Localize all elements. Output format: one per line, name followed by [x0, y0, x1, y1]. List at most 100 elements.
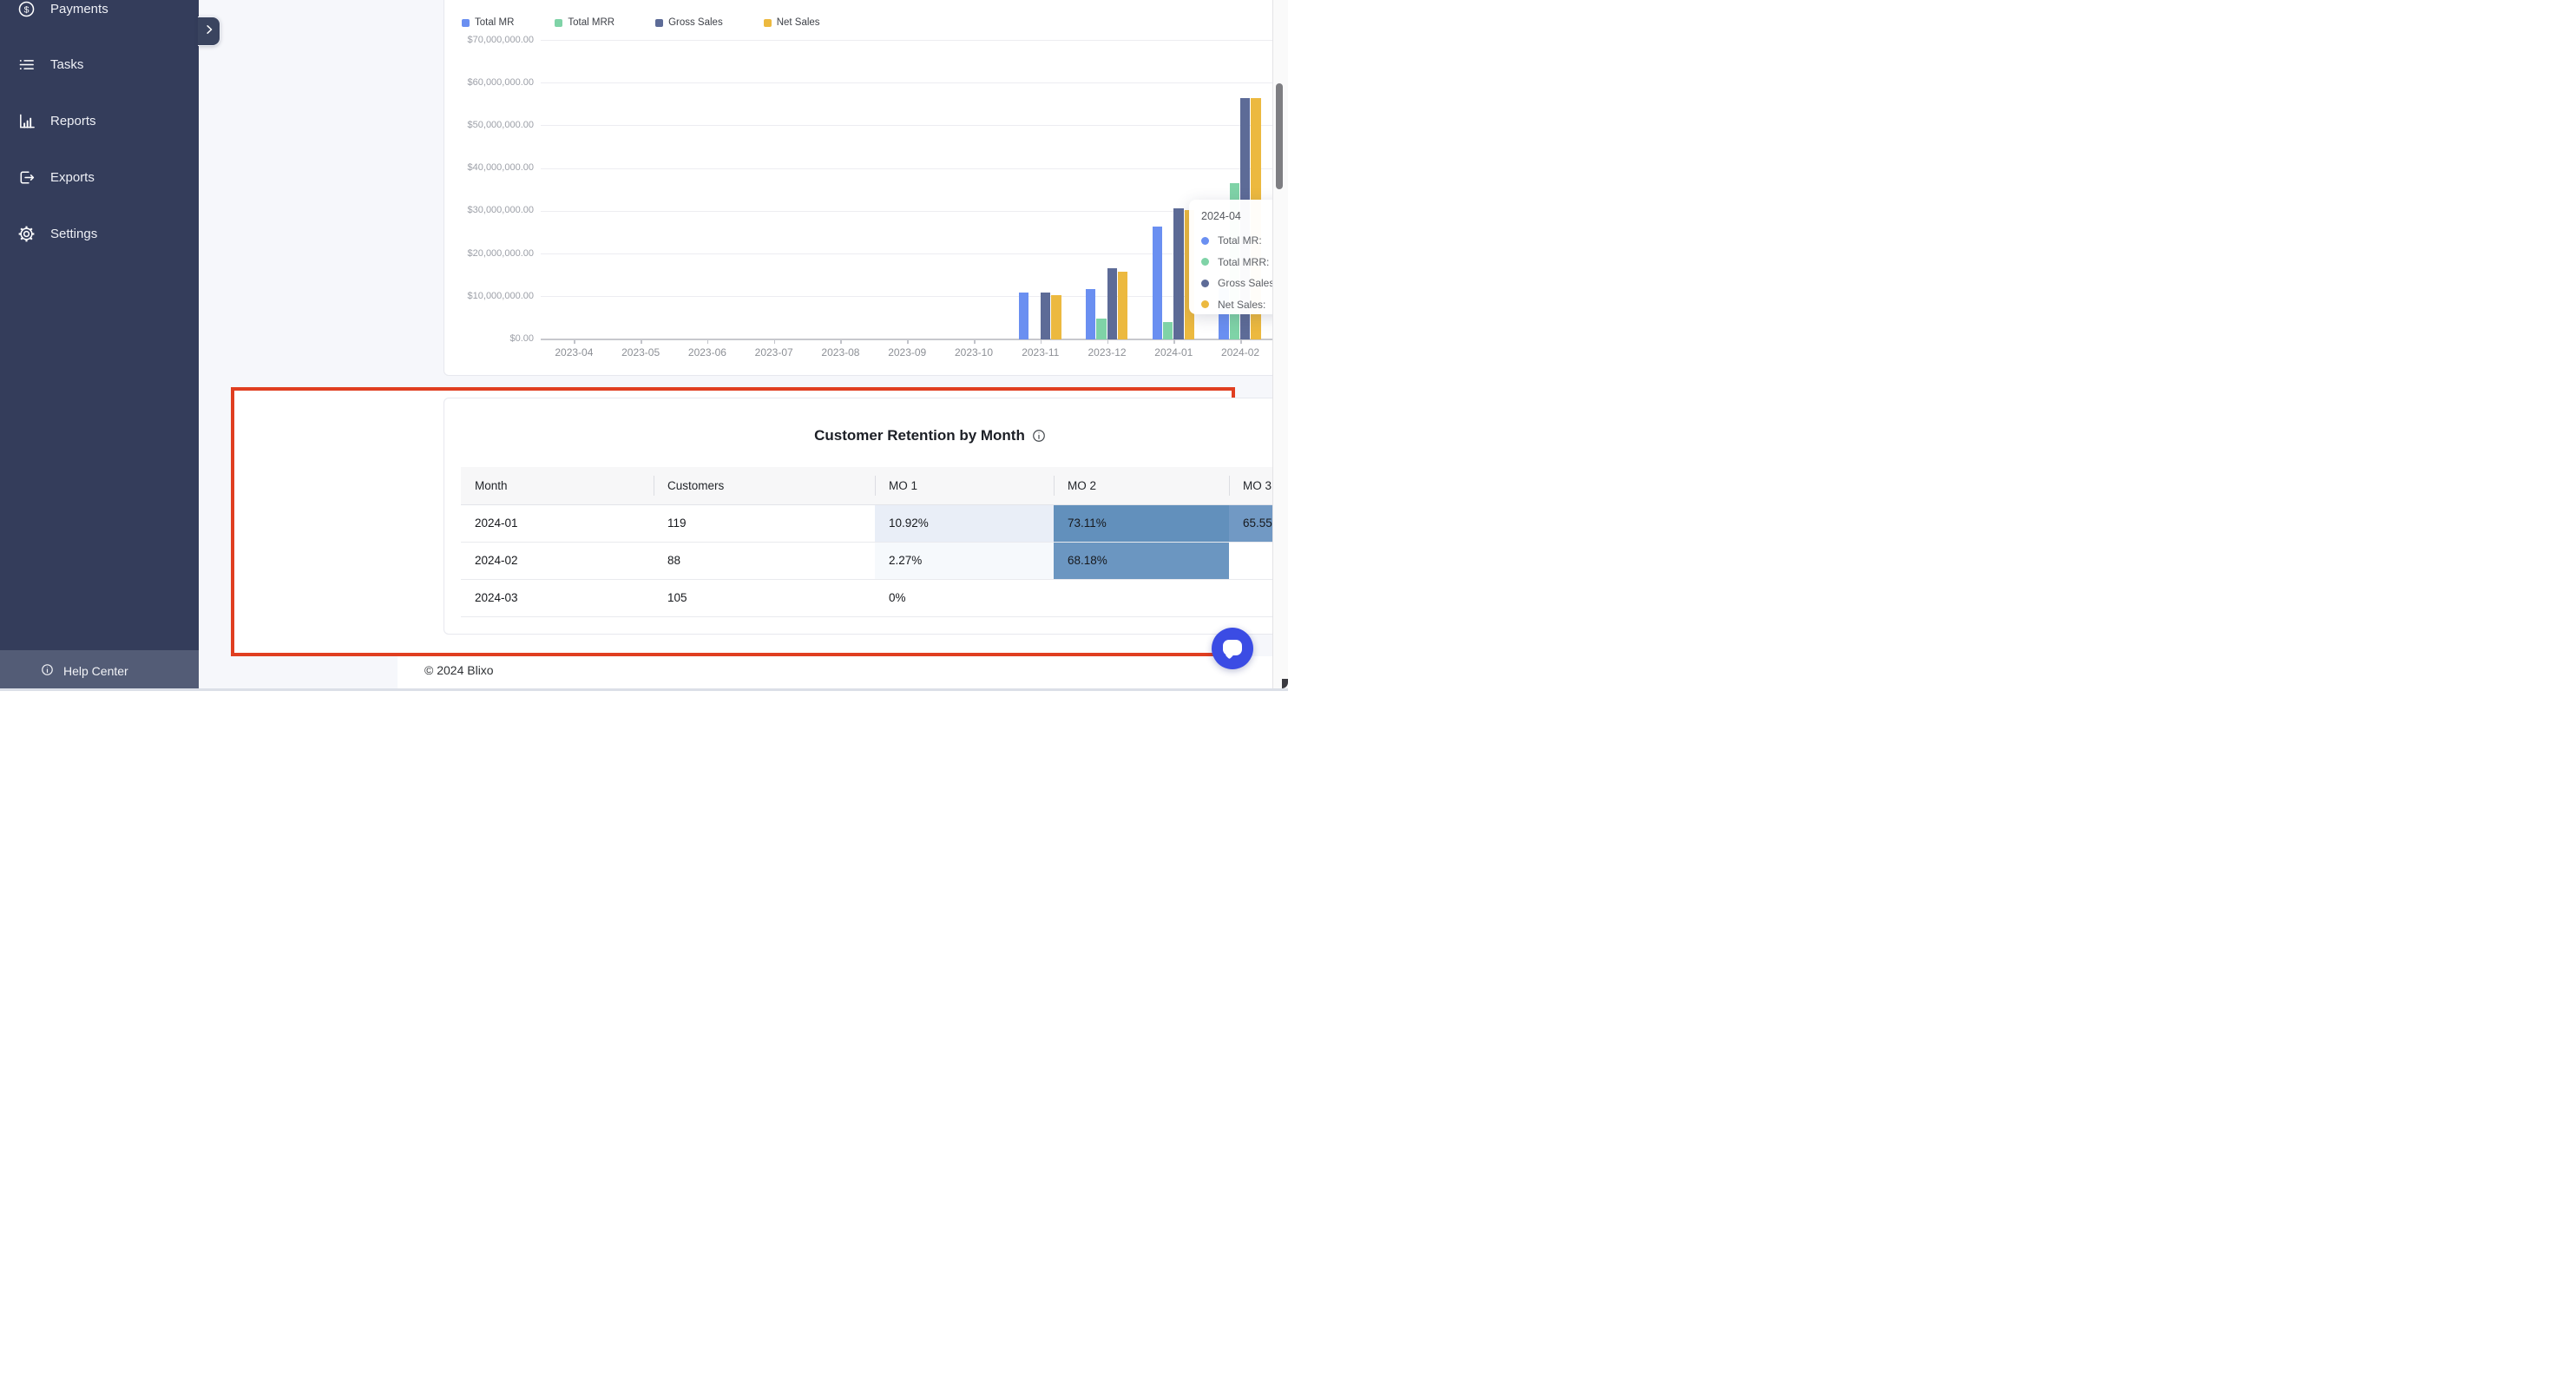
gridline: [541, 125, 1288, 126]
export-icon: [17, 168, 36, 187]
page-scrollbar-track[interactable]: [1272, 0, 1288, 691]
bar-total-mr-2023-12: [1086, 289, 1095, 339]
chat-launcher-button[interactable]: [1212, 628, 1253, 669]
retention-title: Customer Retention by Month: [814, 427, 1025, 444]
cell-mo-2-row3: [1054, 579, 1229, 616]
x-axis-tick: [707, 340, 709, 344]
task-list-icon: [17, 56, 36, 74]
series-color-dot: [1201, 300, 1209, 308]
legend-item-total-mrr[interactable]: Total MRR: [555, 17, 614, 28]
gridline: [541, 82, 1288, 83]
sidebar-item-exports[interactable]: Exports: [0, 158, 199, 196]
y-axis-tick-label: $70,000,000.00: [447, 35, 534, 45]
app-root: $Payments Tasks Reports Exports Settings Hel…: [0, 0, 1288, 691]
y-axis-tick-label: $50,000,000.00: [447, 120, 534, 130]
sidebar-item-tasks[interactable]: Tasks: [0, 45, 199, 83]
series-color-dot: [1201, 280, 1209, 287]
legend-label: Total MRR: [568, 17, 614, 28]
bar-total-mr-2023-11: [1019, 293, 1028, 339]
sidebar-item-settings[interactable]: Settings: [0, 214, 199, 253]
bar-net-sales-2023-12: [1118, 272, 1127, 339]
legend-swatch: [655, 19, 663, 27]
legend-label: Net Sales: [777, 17, 820, 28]
sidebar-expand-button[interactable]: [198, 16, 220, 46]
x-axis-tick: [1107, 340, 1109, 344]
x-axis-tick-label: 2023-07: [741, 346, 807, 359]
legend-item-net-sales[interactable]: Net Sales: [764, 17, 820, 28]
page-scrollbar-thumb[interactable]: [1276, 83, 1283, 189]
cell-mo-1-row3: 0%: [875, 579, 1054, 616]
cell-mo-1-row1: 10.92%: [875, 504, 1054, 542]
gear-icon: [17, 225, 36, 243]
x-axis-tick-label: 2023-04: [541, 346, 607, 359]
sidebar-item-help-center[interactable]: Help Center: [0, 650, 199, 691]
x-axis-tick-label: 2023-05: [608, 346, 674, 359]
help-center-label: Help Center: [63, 664, 128, 678]
series-color-dot: [1201, 237, 1209, 245]
bar-gross-sales-2024-01: [1173, 208, 1183, 339]
chat-bubble-icon: [1223, 640, 1242, 655]
x-axis-tick: [1240, 340, 1242, 344]
cell-mo-2-row1: 73.11%: [1054, 504, 1229, 542]
sidebar-item-label: Reports: [50, 114, 96, 128]
cell-month-row3: 2024-03: [461, 579, 654, 616]
svg-text:$: $: [24, 4, 30, 15]
customer-retention-card: Customer Retention by Month: [444, 398, 1288, 635]
cell-customers-row2: 88: [654, 542, 875, 579]
gridline: [541, 40, 1288, 41]
x-axis-tick-label: 2023-08: [807, 346, 873, 359]
cell-month-row1: 2024-01: [461, 504, 654, 542]
sidebar-item-payments[interactable]: $Payments: [0, 0, 199, 28]
x-axis-tick: [1173, 340, 1175, 344]
x-axis-tick-label: 2023-12: [1074, 346, 1140, 359]
footer: © 2024 Blixo: [398, 656, 1288, 691]
legend-swatch: [555, 19, 562, 27]
cell-mo-1-row2: 2.27%: [875, 542, 1054, 579]
x-axis-tick: [974, 340, 976, 344]
x-axis-tick-label: 2024-02: [1207, 346, 1273, 359]
x-axis-tick-label: 2023-09: [874, 346, 940, 359]
copyright-text: © 2024 Blixo: [424, 663, 494, 677]
bar-chart-icon: [17, 112, 36, 130]
x-axis-tick-label: 2024-01: [1140, 346, 1206, 359]
gridline: [541, 168, 1288, 169]
legend-item-total-mr[interactable]: Total MR: [462, 17, 514, 28]
x-axis-tick-label: 2023-11: [1008, 346, 1074, 359]
table-row: 2024-0111910.92%73.11%65.55%: [461, 504, 1288, 542]
table-row: 2024-031050%: [461, 579, 1288, 616]
cell-mo-2-row2: 68.18%: [1054, 542, 1229, 579]
series-color-dot: [1201, 258, 1209, 266]
legend-swatch: [764, 19, 772, 27]
chevron-right-icon: [203, 23, 215, 40]
y-axis-tick-label: $10,000,000.00: [447, 291, 534, 301]
x-axis-tick: [641, 340, 642, 344]
legend-item-gross-sales[interactable]: Gross Sales: [655, 17, 723, 28]
legend-label: Gross Sales: [668, 17, 723, 28]
info-circle-icon: [41, 663, 54, 679]
legend-swatch: [462, 19, 470, 27]
tooltip-series-label: Total MRR:: [1218, 256, 1269, 268]
y-axis-tick-label: $40,000,000.00: [447, 162, 534, 173]
dollar-circle-icon: $: [17, 0, 36, 18]
cell-customers-row3: 105: [654, 579, 875, 616]
bar-net-sales-2023-11: [1051, 295, 1061, 339]
column-header-mo-2: MO 2: [1054, 467, 1229, 504]
y-axis-tick-label: $30,000,000.00: [447, 205, 534, 215]
legend-label: Total MR: [475, 17, 514, 28]
y-axis-tick-label: $60,000,000.00: [447, 77, 534, 88]
bar-total-mrr-2023-12: [1096, 319, 1106, 339]
x-axis-tick: [774, 340, 776, 344]
column-header-customers: Customers: [654, 467, 875, 504]
sales-chart-card: Total MR Total MRR Gross Sales Net Sales $7…: [444, 0, 1288, 376]
x-axis-tick: [1041, 340, 1042, 344]
column-header-mo-1: MO 1: [875, 467, 1054, 504]
tooltip-series-label: Net Sales:: [1218, 299, 1265, 311]
sidebar-item-label: Settings: [50, 227, 97, 241]
info-circle-icon[interactable]: [1032, 429, 1046, 443]
bar-gross-sales-2023-12: [1107, 268, 1117, 339]
sidebar-item-reports[interactable]: Reports: [0, 102, 199, 140]
column-header-month: Month: [461, 467, 654, 504]
tooltip-series-label: Total MR:: [1218, 234, 1262, 247]
x-axis-tick-label: 2023-10: [941, 346, 1007, 359]
sidebar: $Payments Tasks Reports Exports Settings Hel…: [0, 0, 199, 691]
